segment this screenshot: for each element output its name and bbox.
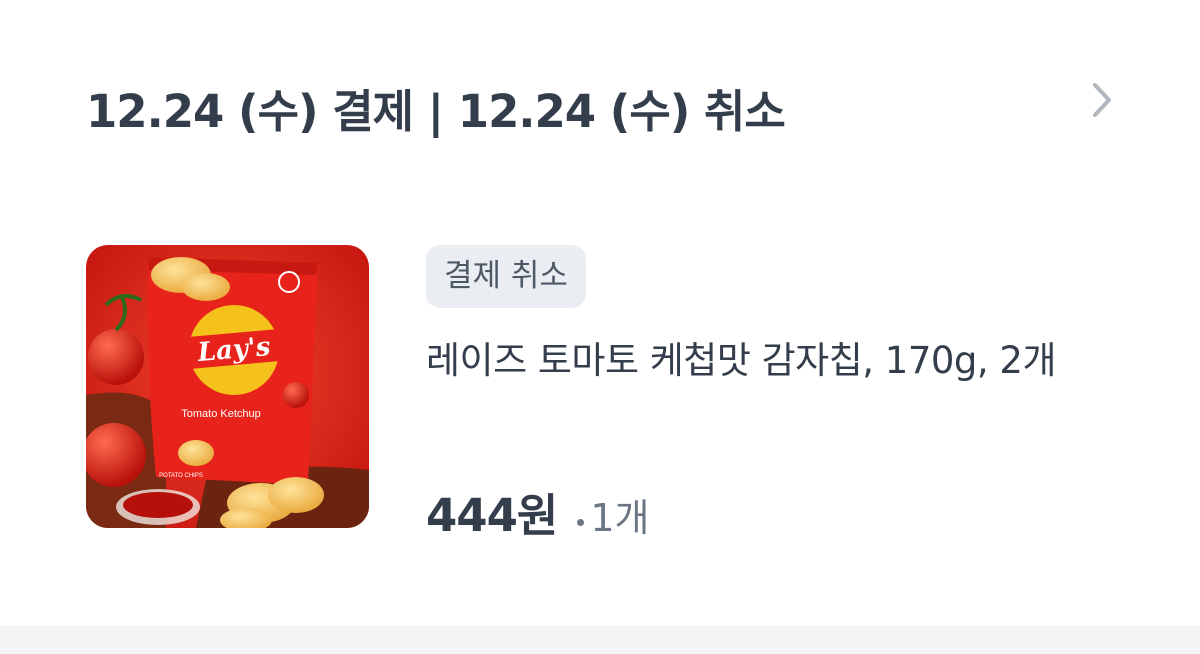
order-card[interactable]: 12.24 (수) 결제 | 12.24 (수) 취소 Lay's Tomato… (0, 0, 1200, 626)
product-thumbnail[interactable]: Lay's Tomato Ketchup POTATO CHIPS (86, 245, 369, 528)
price-row: 444원 1개 (426, 484, 649, 548)
flavor-text: Tomato Ketchup (181, 408, 261, 420)
product-name[interactable]: 레이즈 토마토 케첩맛 감자칩, 170g, 2개 (426, 330, 1126, 391)
product-price: 444원 (426, 489, 558, 542)
order-date-title: 12.24 (수) 결제 | 12.24 (수) 취소 (86, 85, 786, 138)
section-divider (0, 626, 1200, 654)
product-image: Lay's Tomato Ketchup POTATO CHIPS (86, 245, 369, 528)
product-quantity: 1개 (590, 496, 650, 540)
separator-dot (577, 519, 585, 526)
chevron-right-icon[interactable] (1082, 80, 1122, 120)
package-subtext: POTATO CHIPS (159, 473, 203, 479)
status-badge: 결제 취소 (426, 245, 586, 308)
